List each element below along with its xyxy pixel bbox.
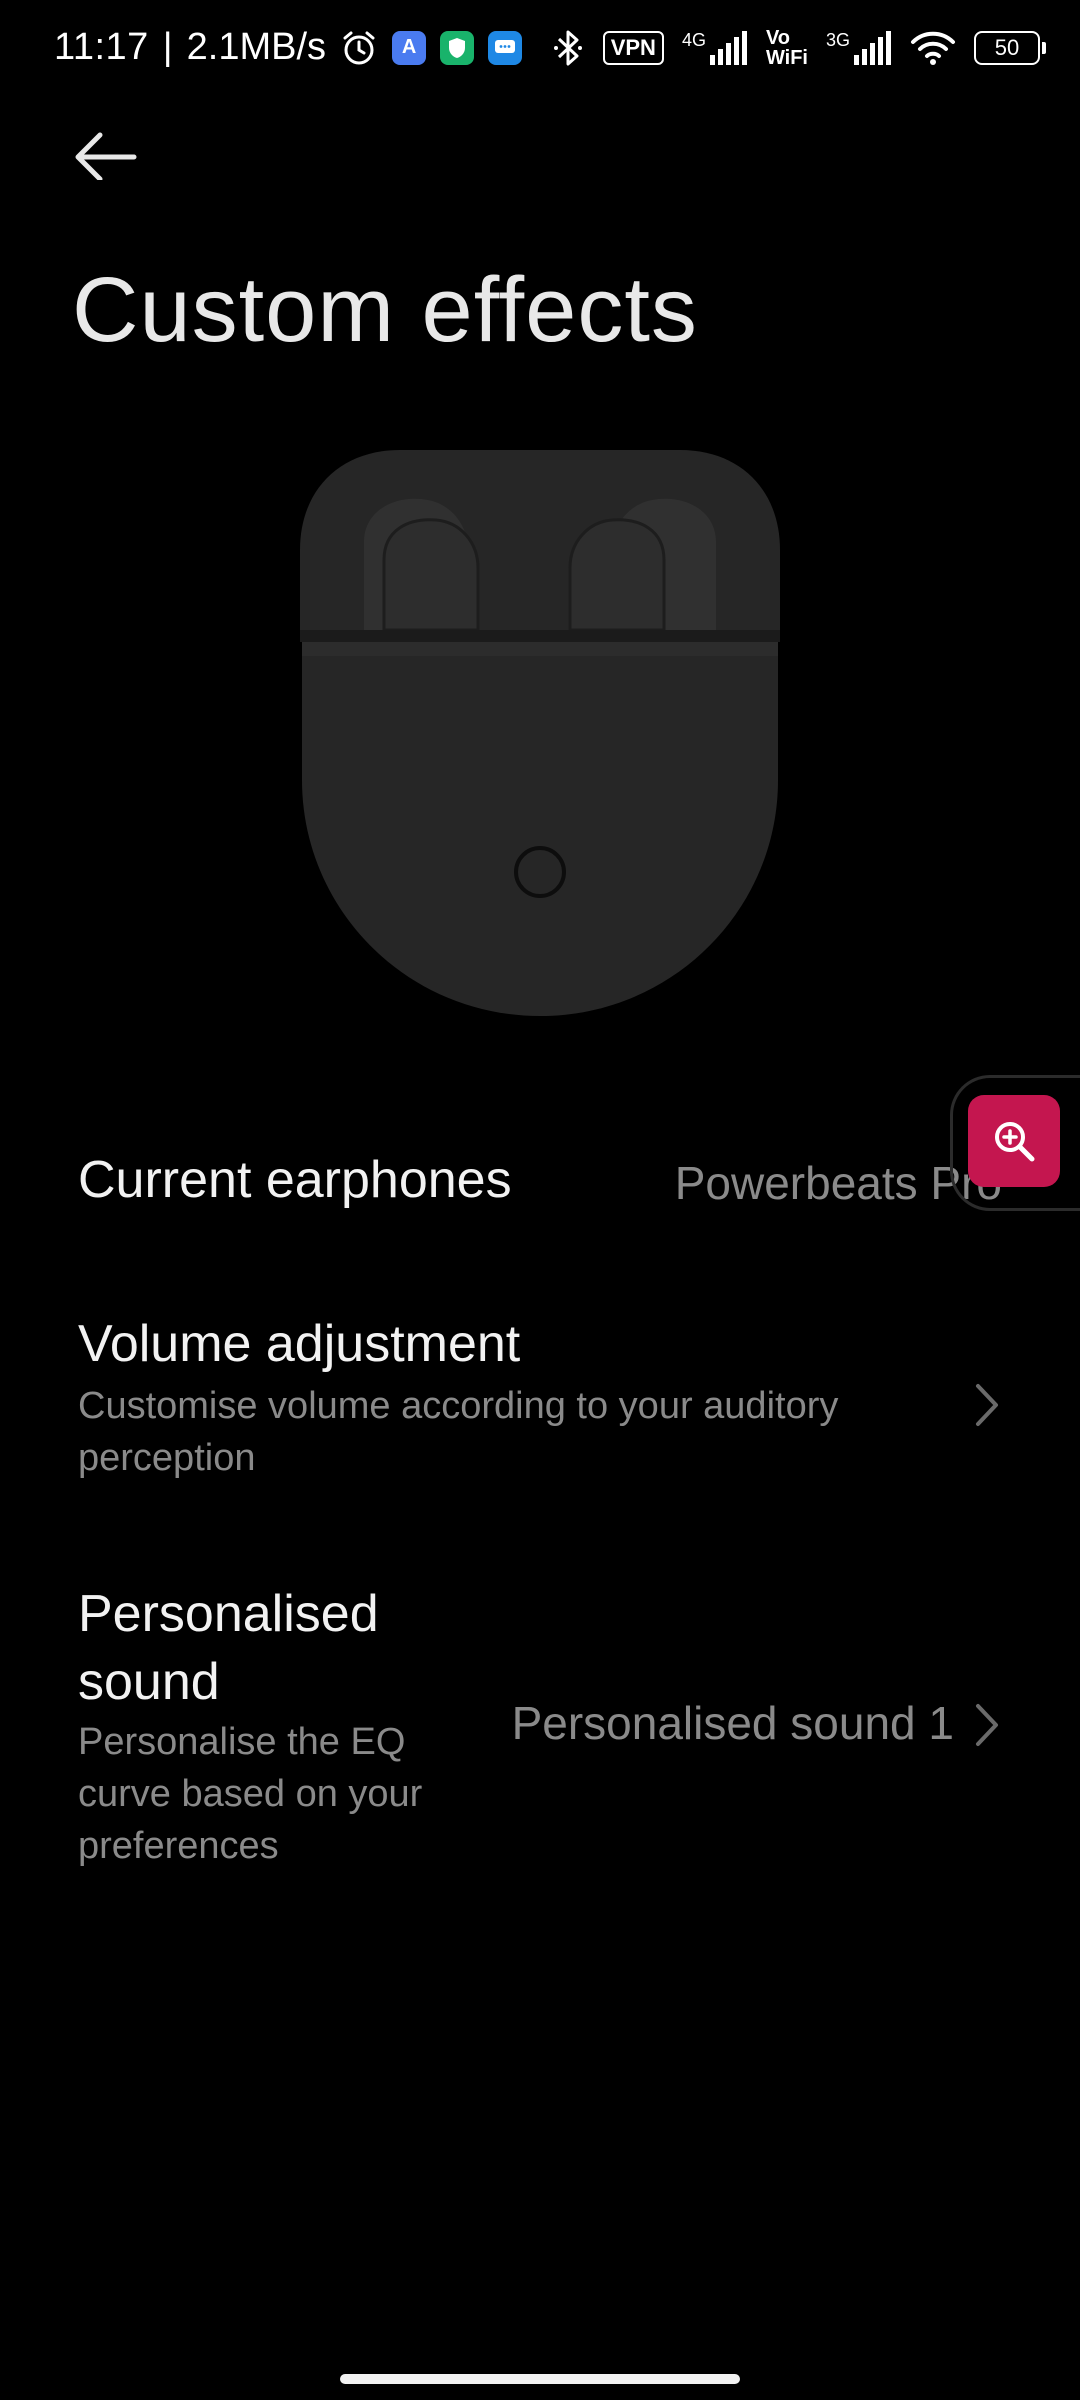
personalised-sound-description-line3: preferences [78,1825,279,1867]
volume-adjustment-description: Customise volume according to your audit… [78,1385,839,1479]
status-separator: | [162,26,173,68]
floating-zoom-button[interactable] [968,1095,1060,1187]
personalised-sound-value: Personalised sound 1 [511,1697,954,1749]
wifi-icon [911,31,955,65]
signal-1: 4G [682,31,748,65]
chevron-right-icon [976,1704,998,1746]
wifi-call-label: WiFi [765,47,808,69]
bluetooth-icon [553,30,582,66]
status-net-speed: 2.1MB/s [186,26,327,68]
back-button[interactable] [70,120,150,200]
page-title: Custom effects [72,259,698,361]
earbuds-case-image [300,450,780,1016]
back-arrow-icon [75,132,137,182]
network-type-1: 4G [681,30,706,50]
signal-2: 3G [826,31,892,65]
personalised-sound-description-line2: curve based on your [78,1773,423,1815]
current-earphones-row: Current earphones Powerbeats Pro [78,1150,1002,1240]
home-indicator[interactable] [340,2374,740,2384]
status-right: VPN 4G Vo WiFi 3G 50 [551,28,1046,68]
network-type-2: 3G [825,30,850,50]
status-left: 11:17 | 2.1MB/s A [54,26,523,69]
message-app-icon [488,30,523,65]
vpn-badge: VPN [602,31,664,65]
volte-wifi-indicator: Vo WiFi [766,28,808,68]
personalised-sound-row[interactable]: Personalised sound Personalise the EQ cu… [78,1580,1002,1880]
app-notification-icon-a: A [392,30,427,65]
shield-app-icon [440,30,475,65]
zoom-in-icon [995,1122,1035,1162]
battery-indicator: 50 [974,31,1046,65]
volte-label: Vo [765,27,791,49]
status-bar: 11:17 | 2.1MB/s A VPN 4G Vo WiFi 3G 50 [0,0,1080,100]
chevron-right-icon [976,1384,998,1426]
alarm-icon [343,31,375,64]
personalised-sound-label-line1: Personalised [78,1585,379,1643]
battery-level: 50 [994,35,1020,60]
signal-icon [709,31,747,65]
signal-icon [854,31,891,65]
volume-adjustment-label: Volume adjustment [78,1315,521,1373]
status-time: 11:17 [54,26,149,68]
volume-adjustment-row[interactable]: Volume adjustment Customise volume accor… [78,1314,1002,1494]
